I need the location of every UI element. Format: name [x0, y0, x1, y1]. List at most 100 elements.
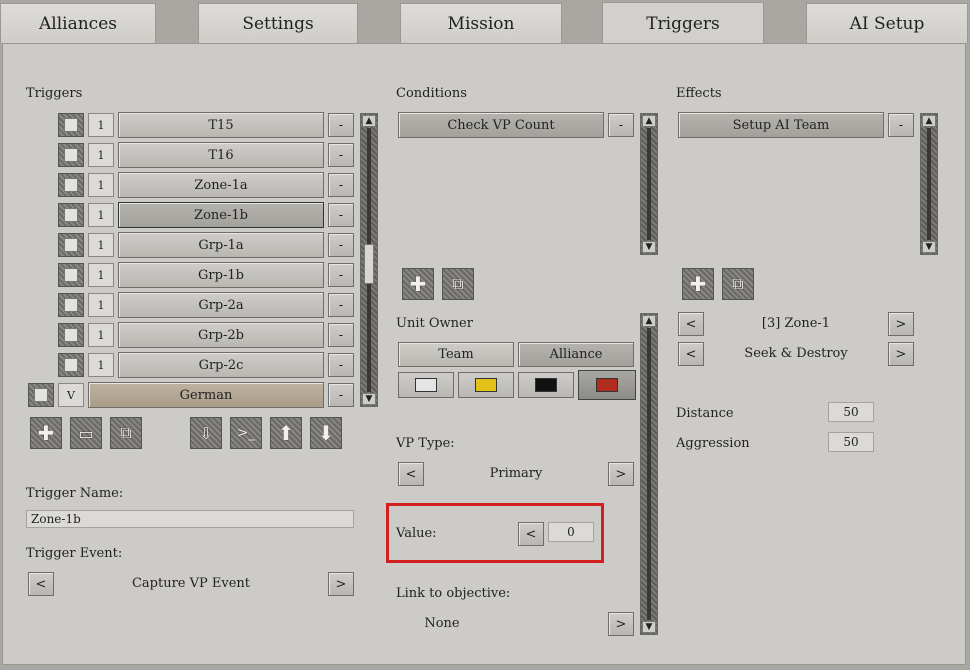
- trigger-event-prev-button[interactable]: <: [28, 572, 54, 596]
- trigger-remove-button[interactable]: -: [328, 263, 354, 287]
- copy-condition-button[interactable]: ⧉: [442, 268, 474, 300]
- scroll-up-icon[interactable]: ▲: [922, 115, 936, 127]
- trigger-checkbox[interactable]: [58, 113, 84, 137]
- group-remove-button[interactable]: -: [328, 383, 354, 407]
- group-visibility[interactable]: V: [58, 383, 84, 407]
- scroll-up-icon[interactable]: ▲: [642, 115, 656, 127]
- color-yellow-button[interactable]: [458, 372, 514, 398]
- link-objective-next-button[interactable]: >: [608, 612, 634, 636]
- trigger-item[interactable]: Grp-2a: [118, 292, 324, 318]
- value-input[interactable]: 0: [548, 522, 594, 542]
- trigger-checkbox[interactable]: [58, 353, 84, 377]
- trigger-remove-button[interactable]: -: [328, 353, 354, 377]
- trigger-checkbox[interactable]: [58, 203, 84, 227]
- effect-item-setup-ai-team[interactable]: Setup AI Team: [678, 112, 884, 138]
- scroll-down-icon[interactable]: ▼: [922, 241, 936, 253]
- folder-button[interactable]: ▭: [70, 417, 102, 449]
- scroll-up-icon[interactable]: ▲: [362, 115, 376, 127]
- copy-icon: ⧉: [732, 274, 744, 293]
- import-button[interactable]: ⇩: [190, 417, 222, 449]
- zone-prev-button[interactable]: <: [678, 312, 704, 336]
- color-white-button[interactable]: [398, 372, 454, 398]
- mode-next-button[interactable]: >: [888, 342, 914, 366]
- conditions-scrollbar[interactable]: ▲ ▼: [640, 113, 658, 255]
- alliance-button[interactable]: Alliance: [518, 342, 634, 367]
- trigger-name-label: Trigger Name:: [26, 486, 124, 501]
- mode-value: Seek & Destroy: [744, 346, 848, 361]
- trigger-remove-button[interactable]: -: [328, 113, 354, 137]
- scroll-up-icon[interactable]: ▲: [642, 315, 656, 327]
- trigger-remove-button[interactable]: -: [328, 173, 354, 197]
- trigger-checkbox[interactable]: [58, 143, 84, 167]
- color-black-button[interactable]: [518, 372, 574, 398]
- add-effect-button[interactable]: ✚: [682, 268, 714, 300]
- trigger-list-scrollbar[interactable]: ▲ ▼: [360, 113, 378, 407]
- condition-item-check-vp-count[interactable]: Check VP Count: [398, 112, 604, 138]
- aggression-input[interactable]: 50: [828, 432, 874, 452]
- trigger-checkbox[interactable]: [58, 233, 84, 257]
- move-up-button[interactable]: ⬆: [270, 417, 302, 449]
- vp-type-prev-button[interactable]: <: [398, 462, 424, 486]
- trigger-count: 1: [88, 113, 114, 137]
- color-swatch-black: [535, 378, 557, 392]
- vp-type-next-button[interactable]: >: [608, 462, 634, 486]
- zone-next-button[interactable]: >: [888, 312, 914, 336]
- plus-icon: ✚: [37, 421, 55, 445]
- scroll-down-icon[interactable]: ▼: [362, 393, 376, 405]
- tab-bar: Alliances Settings Mission Triggers AI S…: [0, 0, 970, 44]
- tab-alliances[interactable]: Alliances: [0, 3, 156, 43]
- trigger-remove-button[interactable]: -: [328, 293, 354, 317]
- move-down-button[interactable]: ⬇: [310, 417, 342, 449]
- trigger-checkbox[interactable]: [58, 173, 84, 197]
- value-decrement-button[interactable]: <: [518, 522, 544, 546]
- trigger-count: 1: [88, 233, 114, 257]
- scroll-down-icon[interactable]: ▼: [642, 621, 656, 633]
- tab-mission[interactable]: Mission: [400, 3, 562, 43]
- trigger-item[interactable]: Grp-2b: [118, 322, 324, 348]
- trigger-event-next-button[interactable]: >: [328, 572, 354, 596]
- copy-effect-button[interactable]: ⧉: [722, 268, 754, 300]
- trigger-item[interactable]: Grp-1b: [118, 262, 324, 288]
- trigger-item[interactable]: Grp-2c: [118, 352, 324, 378]
- color-swatch-red: [596, 378, 618, 392]
- trigger-item[interactable]: T16: [118, 142, 324, 168]
- add-condition-button[interactable]: ✚: [402, 268, 434, 300]
- add-trigger-button[interactable]: ✚: [30, 417, 62, 449]
- trigger-checkbox[interactable]: [58, 323, 84, 347]
- trigger-checkbox[interactable]: [58, 263, 84, 287]
- trigger-count: 1: [88, 323, 114, 347]
- mode-prev-button[interactable]: <: [678, 342, 704, 366]
- scroll-down-icon[interactable]: ▼: [642, 241, 656, 253]
- color-red-button[interactable]: [578, 370, 636, 400]
- team-button[interactable]: Team: [398, 342, 514, 367]
- distance-input[interactable]: 50: [828, 402, 874, 422]
- effects-scrollbar[interactable]: ▲ ▼: [920, 113, 938, 255]
- scroll-thumb[interactable]: [364, 244, 374, 284]
- trigger-item[interactable]: Zone-1a: [118, 172, 324, 198]
- tab-ai-setup[interactable]: AI Setup: [806, 3, 968, 43]
- effects-heading: Effects: [676, 86, 722, 101]
- trigger-item[interactable]: Grp-1a: [118, 232, 324, 258]
- tab-settings[interactable]: Settings: [198, 3, 358, 43]
- color-swatch-white: [415, 378, 437, 392]
- aggression-label: Aggression: [676, 436, 750, 451]
- value-label: Value:: [396, 526, 437, 541]
- group-checkbox[interactable]: [28, 383, 54, 407]
- conditions-heading: Conditions: [396, 86, 467, 101]
- condition-details-scrollbar[interactable]: ▲ ▼: [640, 313, 658, 635]
- trigger-name-input[interactable]: Zone-1b: [26, 510, 354, 528]
- trigger-checkbox[interactable]: [58, 293, 84, 317]
- console-button[interactable]: >_: [230, 417, 262, 449]
- trigger-remove-button[interactable]: -: [328, 143, 354, 167]
- copy-button[interactable]: ⧉: [110, 417, 142, 449]
- tab-triggers[interactable]: Triggers: [602, 2, 764, 44]
- triggers-heading: Triggers: [26, 86, 83, 101]
- trigger-remove-button[interactable]: -: [328, 233, 354, 257]
- trigger-remove-button[interactable]: -: [328, 203, 354, 227]
- condition-remove-button[interactable]: -: [608, 113, 634, 137]
- trigger-remove-button[interactable]: -: [328, 323, 354, 347]
- effect-remove-button[interactable]: -: [888, 113, 914, 137]
- trigger-item[interactable]: Zone-1b: [118, 202, 324, 228]
- group-button-german[interactable]: German: [88, 382, 324, 408]
- trigger-item[interactable]: T15: [118, 112, 324, 138]
